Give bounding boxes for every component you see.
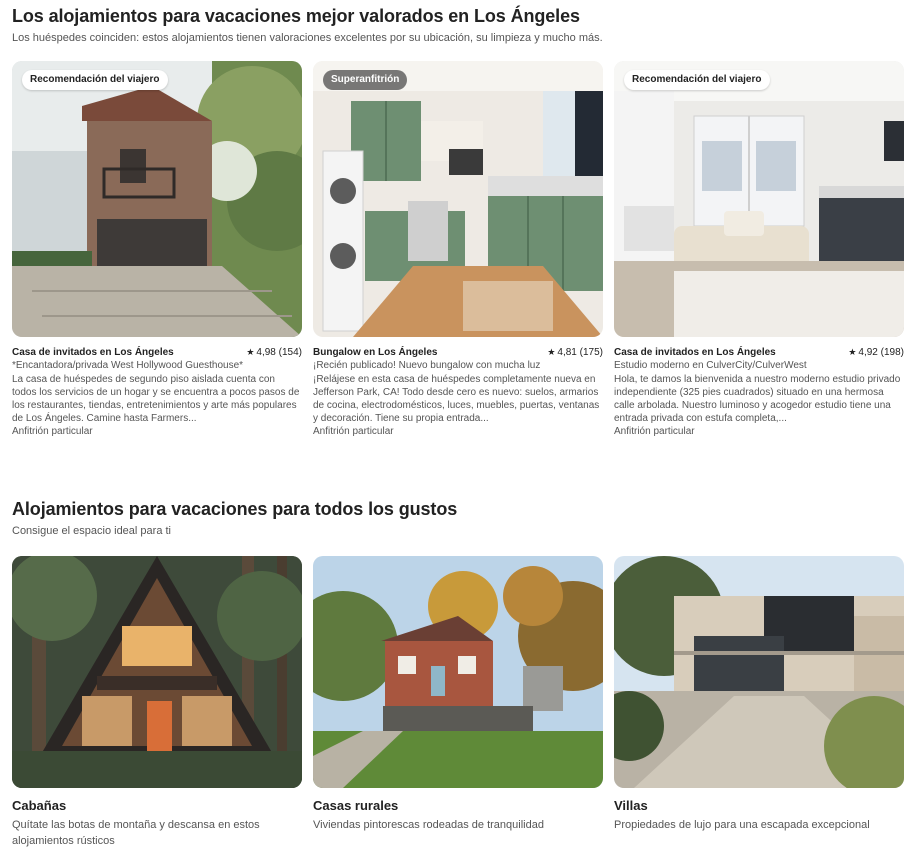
studio-photo [614,61,904,337]
category-grid: Cabañas Quítate las botas de montaña y d… [12,556,904,849]
listing-photo[interactable]: Recomendación del viajero [614,61,904,337]
listing-info: Casa de invitados en Los Ángeles ★ 4,92 (… [614,346,904,438]
section-subtitle: Los huéspedes coinciden: estos alojamien… [12,32,603,44]
listing-name: *Encantadora/privada West Hollywood Gues… [12,360,244,371]
listing-photo[interactable]: Superanfitrión [313,61,603,337]
listing-grid: Recomendación del viajero Casa de invita… [12,61,904,438]
guesthouse-photo [12,61,302,337]
star-icon: ★ [547,347,556,357]
category-photo[interactable] [313,556,603,788]
star-icon: ★ [848,347,857,357]
category-description: Propiedades de lujo para una escapada ex… [614,819,870,831]
category-description: Quítate las botas de montaña y descansa … [12,819,260,847]
rating-value: 4,81 (175) [557,347,603,358]
category-card[interactable]: Casas rurales Viviendas pintorescas rode… [313,556,603,849]
section-title: Los alojamientos para vacaciones mejor v… [12,6,580,26]
listing-name: ¡Recién publicado! Nuevo bungalow con mu… [313,360,541,371]
listing-photo[interactable]: Recomendación del viajero [12,61,302,337]
cabin-photo [12,556,302,788]
listing-rating: ★ 4,92 (198) [848,346,904,359]
cottage-photo [313,556,603,788]
category-title: Cabañas [12,798,67,813]
top-rated-section: Los alojamientos para vacaciones mejor v… [12,5,906,437]
category-card[interactable]: Cabañas Quítate las botas de montaña y d… [12,556,302,849]
star-icon: ★ [246,347,255,357]
villa-photo [614,556,904,788]
rating-value: 4,92 (198) [858,347,904,358]
listing-type: Casa de invitados en Los Ángeles [614,347,776,358]
rating-value: 4,98 (154) [256,347,302,358]
listing-badge: Superanfitrión [323,70,408,90]
listing-host: Anfitrión particular [614,426,695,437]
listing-rating: ★ 4,81 (175) [547,346,603,359]
category-title: Casas rurales [313,798,399,813]
listing-host: Anfitrión particular [313,426,394,437]
category-photo[interactable] [614,556,904,788]
category-card[interactable]: Villas Propiedades de lujo para una esca… [614,556,904,849]
listing-host: Anfitrión particular [12,426,93,437]
listing-card[interactable]: Recomendación del viajero Casa de invita… [614,61,904,438]
category-title: Villas [614,798,648,813]
section-title: Alojamientos para vacaciones para todos … [12,499,458,519]
listing-type: Casa de invitados en Los Ángeles [12,347,174,358]
category-photo[interactable] [12,556,302,788]
kitchen-photo [313,61,603,337]
category-description: Viviendas pintorescas rodeadas de tranqu… [313,819,544,831]
listing-info: Casa de invitados en Los Ángeles ★ 4,98 (… [12,346,302,438]
listing-card[interactable]: Superanfitrión Bungalow en Los Ángeles ★… [313,61,603,438]
listing-info: Bungalow en Los Ángeles ★ 4,81 (175) ¡Rec… [313,346,603,438]
listing-description: La casa de huéspedes de segundo piso ais… [12,374,300,424]
section-subtitle: Consigue el espacio ideal para ti [12,525,171,537]
listing-description: Hola, te damos la bienvenida a nuestro m… [614,374,901,424]
listing-description: ¡Relájese en esta casa de huéspedes comp… [313,374,600,424]
listing-rating: ★ 4,98 (154) [246,346,302,359]
listing-card[interactable]: Recomendación del viajero Casa de invita… [12,61,302,438]
listing-badge: Recomendación del viajero [624,70,770,90]
listing-type: Bungalow en Los Ángeles [313,347,438,358]
categories-section: Alojamientos para vacaciones para todos … [12,498,906,847]
listing-badge: Recomendación del viajero [22,70,168,90]
listing-name: Estudio moderno en CulverCity/CulverWest [614,360,807,371]
